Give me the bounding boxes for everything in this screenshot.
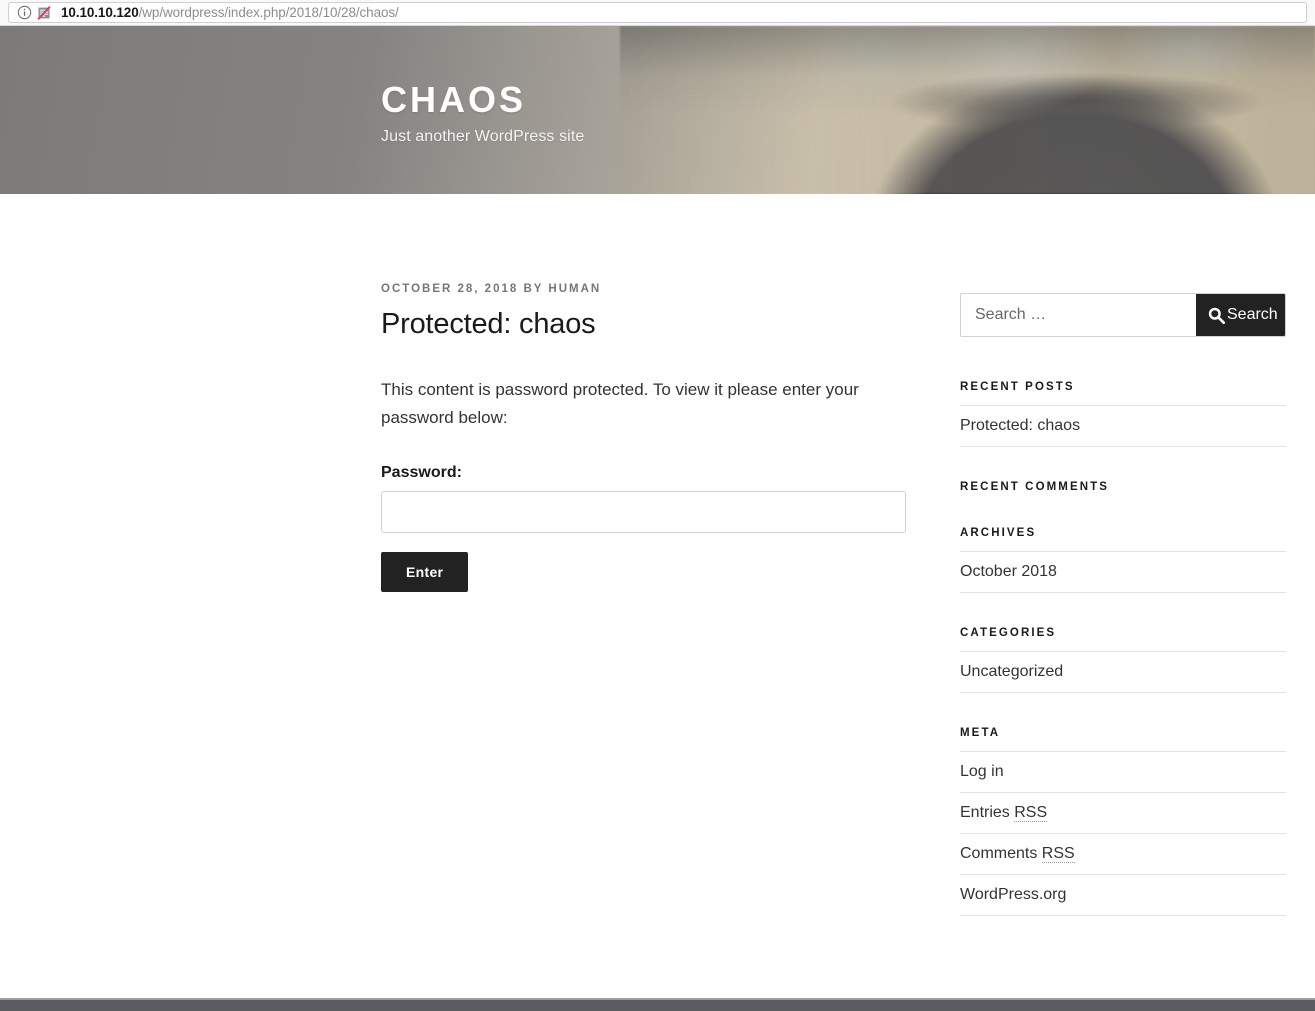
url-text: 10.10.10.120/wp/wordpress/index.php/2018… — [61, 5, 399, 20]
list-item[interactable]: WordPress.org — [960, 874, 1286, 916]
list-item[interactable]: Protected: chaos — [960, 405, 1286, 447]
widget-title-archives: Archives — [960, 527, 1037, 539]
recent-post-link[interactable]: Protected: chaos — [960, 417, 1080, 434]
rss-abbr: RSS — [1014, 804, 1048, 822]
widget-title-recent-comments: Recent Comments — [960, 481, 1110, 493]
browser-toolbar: 10.10.10.120/wp/wordpress/index.php/2018… — [0, 0, 1315, 26]
recent-posts-list: Protected: chaos — [960, 405, 1286, 447]
site-branding: CHAOS Just another WordPress site — [381, 80, 584, 146]
meta-widget: Meta Log in Entries RSS Comments RSS Wor… — [960, 727, 1286, 916]
meta-link-comments-rss[interactable]: Comments RSS — [960, 845, 1075, 863]
password-protected-message: This content is password protected. To v… — [381, 379, 859, 427]
meta-link-entries-rss[interactable]: Entries RSS — [960, 804, 1048, 822]
rss-abbr: RSS — [1041, 845, 1075, 863]
search-form: Search — [960, 293, 1286, 337]
list-item[interactable]: Log in — [960, 751, 1286, 792]
url-path: /wp/wordpress/index.php/2018/10/28/chaos… — [138, 5, 399, 20]
site-title[interactable]: CHAOS — [381, 80, 584, 120]
meta-link-text: WordPress.org — [960, 886, 1067, 903]
sidebar: Search Recent Posts Protected: chaos Rec… — [960, 194, 1286, 950]
main-content: OCTOBER 28, 2018 BY HUMAN Protected: cha… — [381, 194, 906, 592]
post-meta: OCTOBER 28, 2018 BY HUMAN — [381, 283, 602, 295]
recent-posts-widget: Recent Posts Protected: chaos — [960, 381, 1286, 447]
meta-link-wordpress-org[interactable]: WordPress.org — [960, 886, 1066, 903]
meta-link-text: Entries — [960, 804, 1015, 821]
meta-link-login[interactable]: Log in — [960, 763, 1004, 780]
meta-list: Log in Entries RSS Comments RSS WordPres… — [960, 751, 1286, 916]
post-title: Protected: chaos — [381, 308, 596, 340]
site-header: CHAOS Just another WordPress site — [0, 26, 1315, 194]
site-tagline: Just another WordPress site — [381, 127, 585, 145]
categories-list: Uncategorized — [960, 651, 1286, 693]
search-input[interactable] — [961, 294, 1196, 336]
list-item[interactable]: Entries RSS — [960, 792, 1286, 833]
meta-link-text: Log in — [960, 763, 1004, 780]
search-widget: Search — [960, 293, 1286, 337]
address-bar[interactable]: 10.10.10.120/wp/wordpress/index.php/2018… — [8, 2, 1307, 23]
list-item[interactable]: Comments RSS — [960, 833, 1286, 874]
url-host: 10.10.10.120 — [61, 5, 139, 20]
widget-title-categories: Categories — [960, 627, 1057, 639]
reader-mode-disabled-icon[interactable] — [35, 4, 53, 22]
page-content: OCTOBER 28, 2018 BY HUMAN Protected: cha… — [0, 194, 1315, 1000]
search-submit-button[interactable]: Search — [1196, 294, 1285, 336]
archive-link[interactable]: October 2018 — [960, 563, 1057, 580]
header-background-image — [0, 26, 1315, 194]
recent-comments-widget: Recent Comments — [960, 481, 1286, 493]
widget-title-recent-posts: Recent Posts — [960, 381, 1075, 393]
post-password-form: Password: Enter — [381, 464, 906, 592]
archives-list: October 2018 — [960, 551, 1286, 593]
info-circle-icon[interactable] — [15, 4, 33, 22]
password-label: Password: — [381, 463, 462, 481]
categories-widget: Categories Uncategorized — [960, 627, 1286, 693]
archives-widget: Archives October 2018 — [960, 527, 1286, 593]
browser-bottom-bar — [0, 1000, 1315, 1011]
search-icon — [1207, 306, 1226, 325]
meta-link-text: Comments — [960, 845, 1042, 862]
list-item[interactable]: Uncategorized — [960, 651, 1286, 693]
search-button-label: Search — [1227, 306, 1278, 323]
password-submit-button[interactable]: Enter — [381, 551, 469, 592]
widget-title-meta: Meta — [960, 727, 1001, 739]
category-link[interactable]: Uncategorized — [960, 663, 1063, 680]
list-item[interactable]: October 2018 — [960, 551, 1286, 593]
password-input[interactable] — [381, 490, 906, 533]
